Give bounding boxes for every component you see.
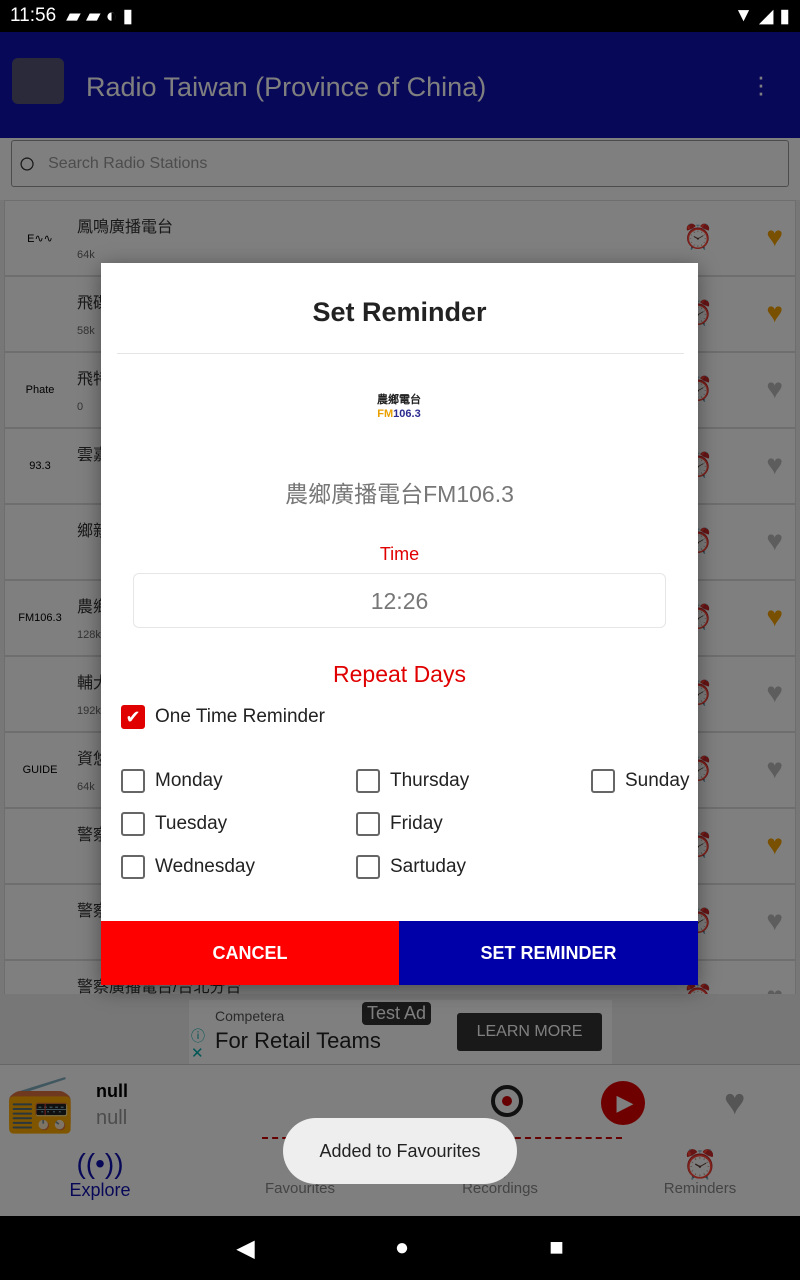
cancel-button[interactable]: CANCEL xyxy=(101,921,399,985)
home-icon[interactable]: ● xyxy=(395,1234,410,1262)
checkbox-icon xyxy=(121,769,145,793)
back-icon[interactable]: ◀ xyxy=(236,1234,254,1263)
tuesday-checkbox[interactable]: Tuesday xyxy=(121,812,227,836)
checkbox-icon xyxy=(121,855,145,879)
battery-icon: ▮ xyxy=(779,5,790,27)
checkbox-icon xyxy=(121,812,145,836)
saturday-checkbox[interactable]: Sartuday xyxy=(356,855,466,879)
checkbox-icon xyxy=(356,855,380,879)
checkbox-icon xyxy=(591,769,615,793)
signal-icon: ◢ xyxy=(758,5,774,27)
notification-icons: ▰ ▰ ◐ ▮ xyxy=(66,5,134,27)
time-label: Time xyxy=(379,544,420,564)
toast: Added to Favourites xyxy=(283,1118,517,1184)
checkbox-checked-icon: ✔ xyxy=(121,705,145,729)
sunday-checkbox[interactable]: Sunday xyxy=(591,769,689,793)
set-reminder-button[interactable]: SET REMINDER xyxy=(399,921,698,985)
system-icons: ▼ ◢ ▮ xyxy=(734,5,790,28)
wednesday-checkbox[interactable]: Wednesday xyxy=(121,855,255,879)
time-field[interactable]: 12:26 xyxy=(133,573,666,628)
checkbox-icon xyxy=(356,812,380,836)
thursday-checkbox[interactable]: Thursday xyxy=(356,769,469,793)
friday-checkbox[interactable]: Friday xyxy=(356,812,443,836)
wifi-icon: ▼ xyxy=(734,4,753,26)
dialog-title: Set Reminder xyxy=(312,297,487,327)
repeat-days-label: Repeat Days xyxy=(333,661,466,687)
recents-icon[interactable]: ■ xyxy=(549,1234,564,1262)
monday-checkbox[interactable]: Monday xyxy=(121,769,223,793)
checkbox-icon xyxy=(356,769,380,793)
clock: 11:56 xyxy=(10,5,57,26)
one-time-reminder-checkbox[interactable]: ✔ One Time Reminder xyxy=(121,705,325,729)
divider xyxy=(117,353,684,354)
set-reminder-dialog: Set Reminder 農鄉電台 FM106.3 農鄉廣播電台FM106.3 T… xyxy=(101,263,698,985)
station-logo: 農鄉電台 FM106.3 xyxy=(377,394,421,420)
status-bar: 11:56 ▰ ▰ ◐ ▮ ▼ ◢ ▮ xyxy=(0,0,800,32)
station-name: 農鄉廣播電台FM106.3 xyxy=(285,481,514,507)
system-nav-bar: ◀ ● ■ xyxy=(0,1216,800,1280)
